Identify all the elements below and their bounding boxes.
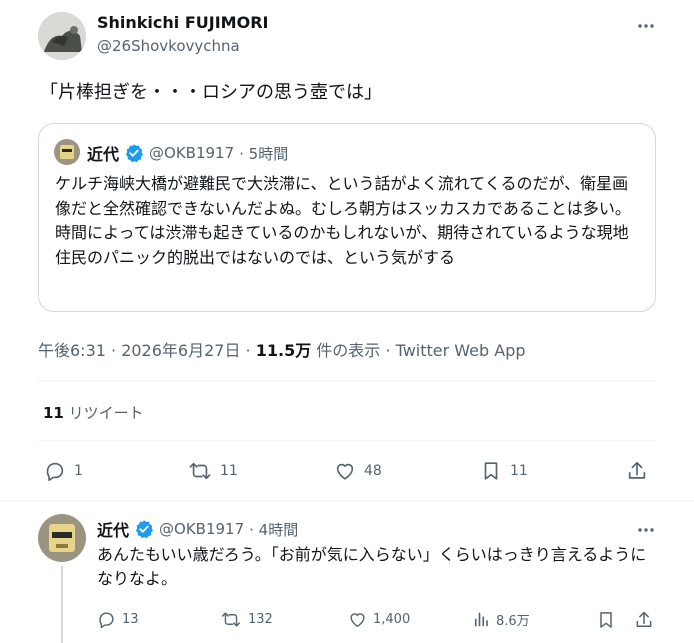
tweet-meta: 午後6:31 · 2026年6月27日 · 11.5万 件の表示 · Twitt… [38,337,526,361]
retweet-stat-count: 11 [43,404,64,422]
verified-badge-icon [124,143,144,163]
bookmark-count: 11 [510,463,528,479]
reply-bookmark-button[interactable] [596,610,616,630]
quote-author-handle: @OKB1917 [149,144,235,162]
author-name[interactable]: Shinkichi FUJIMORI [97,13,268,32]
retweet-icon [220,610,242,629]
reply-retweet-count: 132 [248,612,273,627]
reply-reply-button[interactable]: 13 [97,610,139,629]
reply-count: 1 [74,463,83,479]
heart-icon [348,610,367,629]
quote-time: · 5時間 [239,144,289,163]
thread-line [61,566,63,643]
reply-author-name[interactable]: 近代 [97,517,129,541]
retweet-stats[interactable]: 11 リツイート [43,402,144,423]
verified-badge-icon [134,519,154,539]
bookmark-icon [596,610,616,630]
reply-like-button[interactable]: 1,400 [348,610,410,629]
share-button[interactable] [626,460,648,482]
quote-author-avatar [54,139,80,165]
reply-time[interactable]: · 4時間 [249,519,298,540]
reply-retweet-button[interactable]: 132 [220,610,273,629]
reply-author-handle[interactable]: @OKB1917 [159,520,244,538]
views-count: 11.5万 [255,341,312,360]
reply-reply-count: 13 [122,612,139,627]
author-avatar[interactable] [38,12,86,60]
like-button[interactable]: 48 [334,460,382,482]
retweet-button[interactable]: 11 [188,460,238,482]
reply-more-options-icon[interactable] [634,518,658,542]
quote-author-name: 近代 [87,145,120,164]
retweet-count: 11 [220,463,238,479]
author-handle[interactable]: @26Shovkovychna [97,37,240,55]
reply-button[interactable]: 1 [44,460,83,482]
retweet-icon [188,460,212,482]
reply-views-button[interactable]: 8.6万 [472,610,530,629]
retweet-stat-label: リツイート [63,404,144,422]
bookmark-button[interactable]: 11 [480,460,528,482]
analytics-icon [472,610,490,629]
tweet-text: 「片棒担ぎを・・・ロシアの思う壺では」 [40,82,382,103]
views-label: 件の表示 · [311,341,396,360]
more-options-icon[interactable] [634,14,658,38]
share-icon [634,610,654,630]
reply-share-button[interactable] [634,610,654,630]
reply-icon [97,610,116,629]
reply-author-avatar[interactable] [38,514,86,562]
tweet-datetime[interactable]: 午後6:31 · 2026年6月27日 · [38,341,256,360]
bookmark-icon [480,460,502,482]
tweet-source[interactable]: Twitter Web App [396,341,526,360]
reply-like-count: 1,400 [373,612,411,627]
share-icon [626,460,648,482]
heart-icon [334,460,356,482]
divider [0,500,694,501]
reply-icon [44,460,66,482]
quote-text: ケルチ海峡大橋が避難民で大渋滞に、という話がよく流れてくるのだが、衛星画像だと全… [55,174,631,267]
reply-text: あんたもいい歳だろう。「お前が気に入らない」くらいはっきり言えるようになりなよ。 [97,545,647,588]
divider [38,440,656,441]
reply-views-count: 8.6万 [496,614,530,629]
like-count: 48 [364,463,382,479]
divider [38,380,656,381]
